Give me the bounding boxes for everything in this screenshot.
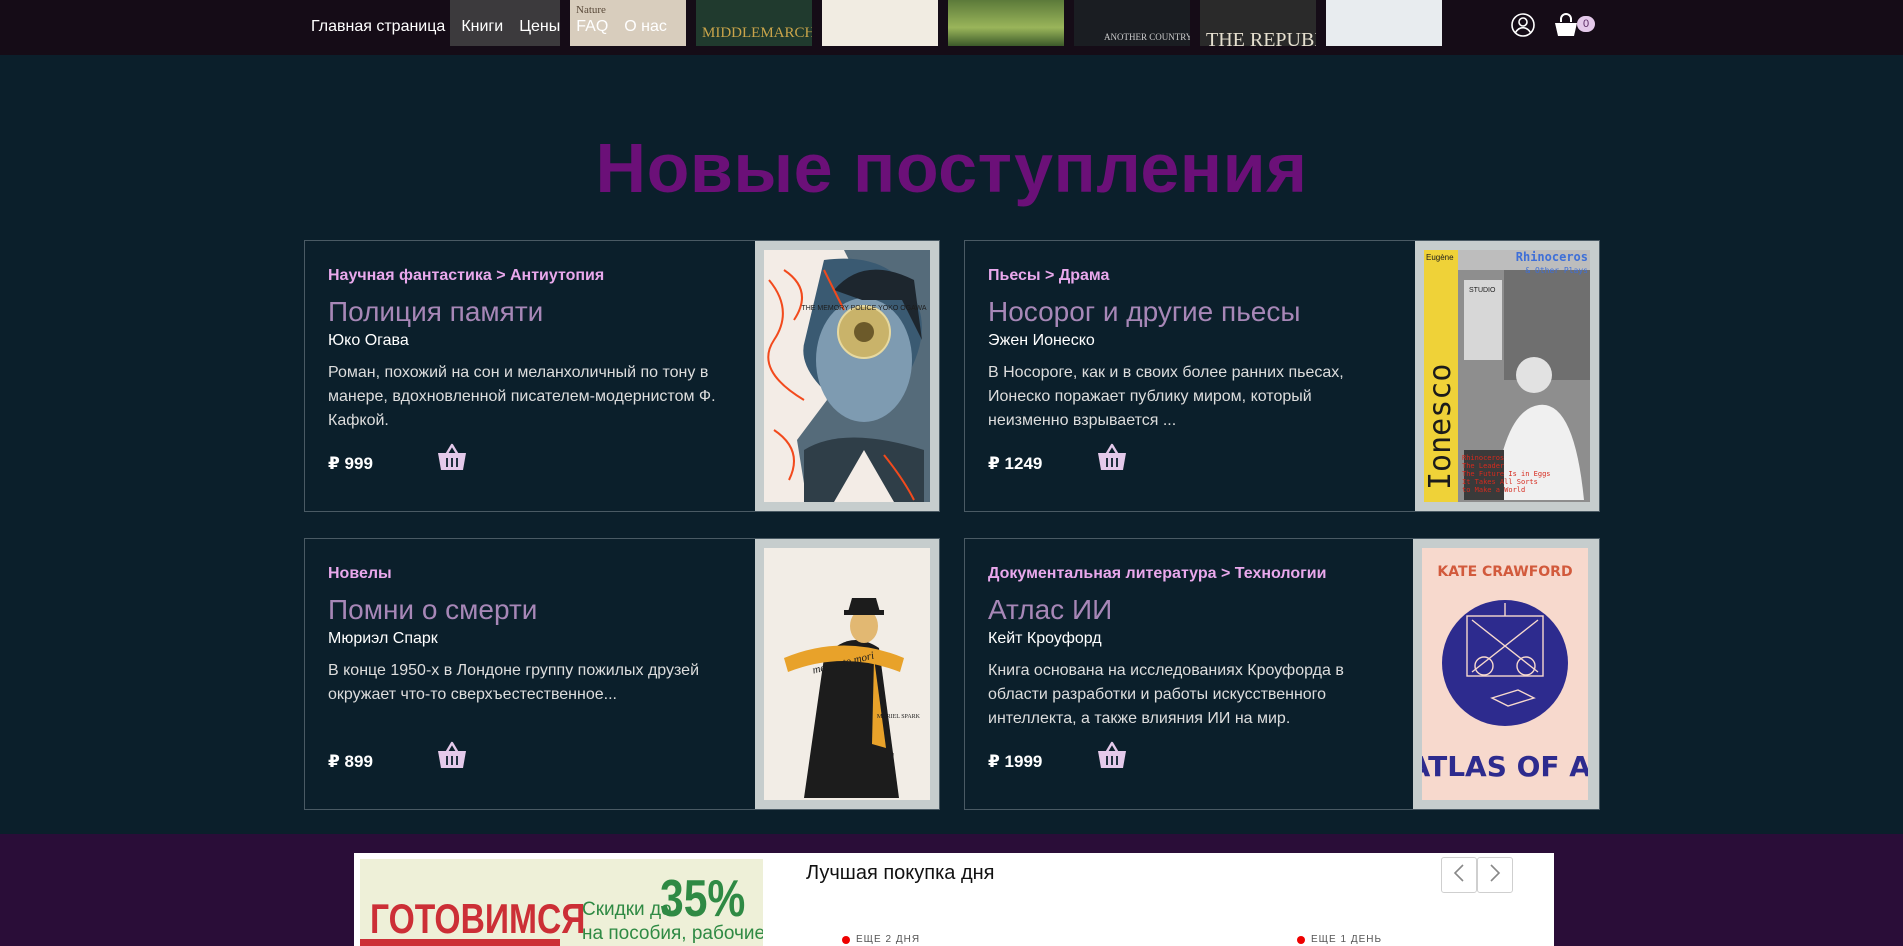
cover-title: Rhinoceros — [1516, 250, 1588, 264]
cover-title: ATLAS OF AI — [1422, 750, 1588, 783]
cover-author-first: Eugène — [1426, 253, 1454, 262]
chevron-left-icon — [1453, 863, 1465, 887]
book-author: Юко Огава — [328, 332, 409, 349]
deal-of-day-title: Лучшая покупка дня — [806, 862, 995, 884]
book-author: Эжен Ионеско — [988, 332, 1095, 349]
book-title[interactable]: Атлас ИИ — [988, 594, 1388, 626]
nav-link-prices[interactable]: Цены — [519, 18, 560, 36]
book-cover-frame: THE MEMORY POLICE YOKO OGAWA — [755, 241, 939, 511]
book-info: Пьесы > Драма Носорог и другие пьесы Эже… — [988, 267, 1388, 433]
strip-cover: ANOTHER COUNTRY — [1074, 0, 1190, 46]
shopping-bag-icon — [1554, 12, 1578, 38]
book-description: В Носороге, как и в своих более ранних п… — [988, 364, 1344, 429]
book-cover-frame: KATE CRAWFORD ATLAS OF AI — [1413, 539, 1599, 809]
nav-link-books[interactable]: Книги — [461, 18, 503, 36]
promo-banner[interactable]: ГОТОВИМСЯ Скидки до 35% на пособия, рабо… — [360, 859, 763, 946]
promo-banner-percent: 35% — [660, 870, 746, 928]
deal-timer: ЕЩЕ 2 ДНЯ — [842, 934, 920, 945]
book-price: ₽ 899 — [328, 752, 373, 771]
book-info: Документальная литература > Технологии А… — [988, 565, 1388, 731]
book-cover-frame: Ionesco Eugène Rhinoceros & Other Plays … — [1415, 241, 1599, 511]
book-description: Роман, похожий на сон и меланхоличный по… — [328, 364, 716, 429]
cover-list-item: Rhinoceros — [1462, 454, 1504, 462]
nav-icons: 0 — [1510, 12, 1595, 38]
cover-list-item: It Takes All Sorts — [1462, 478, 1538, 486]
book-cover-frame: memento mori MURIEL SPARK — [755, 539, 939, 809]
carousel-next-button[interactable] — [1477, 857, 1513, 893]
cover-list-item: The Future Is in Eggs — [1462, 470, 1551, 478]
book-price: ₽ 1999 — [988, 752, 1043, 771]
promo-banner-title: ГОТОВИМСЯ — [370, 895, 586, 942]
book-title[interactable]: Носорог и другие пьесы — [988, 296, 1388, 328]
deal-timer: ЕЩЕ 1 ДЕНЬ — [1297, 934, 1382, 945]
book-category[interactable]: Документальная литература > Технологии — [988, 565, 1388, 583]
cover-author: KATE CRAWFORD — [1437, 564, 1572, 580]
book-cover-image[interactable]: THE MEMORY POLICE YOKO OGAWA — [764, 250, 930, 502]
cover-subtitle: & Other Plays — [1525, 266, 1588, 275]
strip-cover — [822, 0, 938, 46]
book-description: Книга основана на исследованиях Кроуфорд… — [988, 662, 1344, 727]
cover-author: MURIEL SPARK — [877, 714, 921, 720]
cover-list-item: to Make a World — [1462, 486, 1525, 494]
nav-link-home[interactable]: Главная страница — [311, 18, 445, 36]
promo-banner-stripe — [360, 939, 560, 946]
strip-cover: MIDDLEMARCH — [696, 0, 812, 46]
book-category[interactable]: Научная фантастика > Антиутопия — [328, 267, 728, 285]
user-icon[interactable] — [1510, 12, 1536, 38]
timer-label: ЕЩЕ 2 ДНЯ — [856, 934, 921, 945]
book-description: В конце 1950-х в Лондоне группу пожилых … — [328, 662, 699, 703]
strip-cover-title: ANOTHER COUNTRY — [1104, 32, 1190, 42]
book-author: Мюриэл Спарк — [328, 630, 438, 647]
nav-link-faq[interactable]: FAQ — [576, 18, 608, 36]
book-cover-image[interactable]: memento mori MURIEL SPARK — [764, 548, 930, 800]
strip-cover — [948, 0, 1064, 46]
add-to-basket-icon[interactable] — [436, 441, 468, 478]
book-category[interactable]: Пьесы > Драма — [988, 267, 1388, 285]
cover-studio: STUDIO — [1469, 287, 1496, 294]
book-info: Новелы Помни о смерти Мюриэл Спарк В кон… — [328, 565, 728, 707]
chevron-right-icon — [1489, 863, 1501, 887]
add-to-basket-icon[interactable] — [1096, 739, 1128, 776]
cover-text: THE MEMORY POLICE YOKO OGAWA — [801, 305, 926, 312]
book-card: Документальная литература > Технологии А… — [964, 538, 1600, 810]
cover-list-item: The Leader — [1462, 462, 1504, 470]
book-category[interactable]: Новелы — [328, 565, 728, 583]
cover-author-vertical: Ionesco — [1424, 364, 1458, 490]
book-title[interactable]: Полиция памяти — [328, 296, 728, 328]
strip-cover-title: MIDDLEMARCH — [702, 25, 812, 41]
nav-link-about[interactable]: О нас — [624, 18, 667, 36]
strip-cover — [1326, 0, 1442, 46]
book-price: ₽ 999 — [328, 454, 373, 473]
book-cover-image[interactable]: Ionesco Eugène Rhinoceros & Other Plays … — [1424, 250, 1590, 502]
carousel-prev-button[interactable] — [1441, 857, 1477, 893]
red-dot-icon — [842, 935, 850, 944]
book-card: Научная фантастика > Антиутопия Полиция … — [304, 240, 940, 512]
promo-banner-subtitle: на пособия, рабочие — [582, 923, 763, 944]
book-author: Кейт Кроуфорд — [988, 630, 1102, 647]
add-to-basket-icon[interactable] — [436, 739, 468, 776]
strip-cover-title: THE REPUBLIC — [1206, 29, 1316, 46]
red-dot-icon — [1297, 935, 1305, 944]
add-to-basket-icon[interactable] — [1096, 441, 1128, 478]
book-price: ₽ 1249 — [988, 454, 1043, 473]
book-card: Пьесы > Драма Носорог и другие пьесы Эже… — [964, 240, 1600, 512]
top-navbar: Nature MIDDLEMARCH ANOTHER COUNTRY THE R… — [0, 0, 1903, 55]
book-cover-image[interactable]: KATE CRAWFORD ATLAS OF AI — [1422, 548, 1588, 800]
book-title[interactable]: Помни о смерти — [328, 594, 728, 626]
cart-button[interactable]: 0 — [1554, 12, 1595, 38]
book-card: Новелы Помни о смерти Мюриэл Спарк В кон… — [304, 538, 940, 810]
promo-banner-discount-label: Скидки до — [582, 899, 672, 920]
timer-label: ЕЩЕ 1 ДЕНЬ — [1311, 934, 1383, 945]
section-title: Новые поступления — [595, 129, 1308, 207]
main-menu: Главная страница Книги Цены FAQ О нас — [311, 0, 683, 55]
book-info: Научная фантастика > Антиутопия Полиция … — [328, 267, 728, 433]
strip-cover: THE REPUBLIC — [1200, 0, 1316, 46]
cart-count-badge: 0 — [1577, 16, 1595, 32]
